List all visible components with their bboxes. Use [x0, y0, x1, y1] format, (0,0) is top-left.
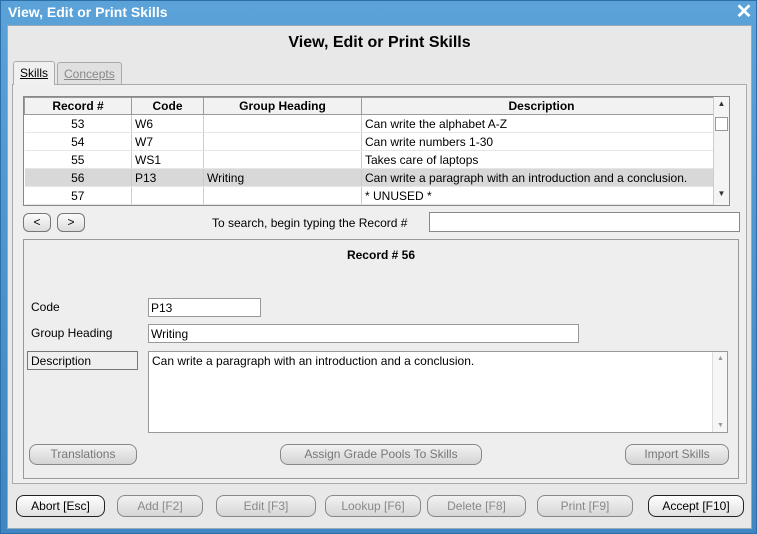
cell-record: 53 [24, 114, 132, 133]
column-header-group-heading[interactable]: Group Heading [203, 97, 362, 115]
cell-description: Can write a paragraph with an introducti… [361, 168, 722, 187]
table-row[interactable]: 57 * UNUSED * [24, 186, 722, 205]
cell-code: W6 [131, 114, 204, 133]
dialog-window: View, Edit or Print Skills ✕ View, Edit … [0, 0, 757, 534]
skills-tab-panel: Record # Code Group Heading Description … [12, 84, 747, 484]
delete-button[interactable]: Delete [F8] [427, 495, 526, 517]
assign-grade-pools-button[interactable]: Assign Grade Pools To Skills [280, 444, 482, 465]
cell-group: Writing [203, 168, 362, 187]
table-row[interactable]: 53 W6 Can write the alphabet A-Z [24, 114, 722, 133]
cell-code: P13 [131, 168, 204, 187]
code-field[interactable]: P13 [148, 298, 261, 317]
description-scrollbar[interactable]: ▲ ▼ [712, 352, 727, 432]
cell-description: Takes care of laptops [361, 150, 722, 169]
cell-code: W7 [131, 132, 204, 151]
table-row[interactable]: 55 WS1 Takes care of laptops [24, 150, 722, 169]
cell-description: Can write numbers 1-30 [361, 132, 722, 151]
page-title: View, Edit or Print Skills [288, 34, 471, 51]
description-field[interactable]: Can write a paragraph with an introducti… [148, 351, 728, 433]
cell-record: 55 [24, 150, 132, 169]
cell-group [203, 150, 362, 169]
scroll-up-icon[interactable]: ▲ [714, 99, 729, 113]
skills-grid: Record # Code Group Heading Description … [23, 96, 730, 206]
next-record-button[interactable]: > [57, 213, 85, 232]
edit-button[interactable]: Edit [F3] [216, 495, 316, 517]
previous-record-button[interactable]: < [23, 213, 51, 232]
group-heading-label: Group Heading [31, 326, 113, 340]
print-button[interactable]: Print [F9] [537, 495, 633, 517]
cell-group [203, 132, 362, 151]
tab-concepts[interactable]: Concepts [57, 62, 122, 84]
title-bar: View, Edit or Print Skills ✕ [1, 1, 757, 25]
description-text: Can write a paragraph with an introducti… [152, 354, 475, 368]
tab-concepts-label: Concepts [64, 67, 115, 81]
cell-description: Can write the alphabet A-Z [361, 114, 722, 133]
search-input[interactable] [429, 212, 740, 232]
description-label: Description [27, 351, 138, 370]
record-editor: Record # 56 Code P13 Group Heading Writi… [23, 239, 739, 479]
scroll-down-icon[interactable]: ▼ [713, 422, 728, 429]
search-label: To search, begin typing the Record # [212, 216, 408, 230]
scroll-down-icon[interactable]: ▼ [714, 189, 729, 203]
close-icon[interactable]: ✕ [735, 2, 753, 22]
import-skills-button[interactable]: Import Skills [625, 444, 729, 465]
grid-scrollbar[interactable]: ▲ ▼ [713, 97, 729, 205]
column-header-description[interactable]: Description [361, 97, 722, 115]
cell-description: * UNUSED * [361, 186, 722, 205]
window-title: View, Edit or Print Skills [8, 4, 168, 20]
translations-button[interactable]: Translations [29, 444, 137, 465]
abort-button[interactable]: Abort [Esc] [16, 495, 105, 517]
tab-skills[interactable]: Skills [13, 61, 56, 85]
record-title: Record # 56 [346, 248, 416, 262]
table-row-selected[interactable]: 56 P13 Writing Can write a paragraph wit… [24, 168, 722, 187]
cell-code: WS1 [131, 150, 204, 169]
cell-code [131, 186, 204, 205]
tab-skills-label: Skills [20, 66, 49, 80]
column-header-code[interactable]: Code [131, 97, 204, 115]
table-row[interactable]: 54 W7 Can write numbers 1-30 [24, 132, 722, 151]
code-label: Code [31, 300, 60, 314]
cell-group [203, 186, 362, 205]
accept-button[interactable]: Accept [F10] [648, 495, 744, 517]
cell-record: 54 [24, 132, 132, 151]
dialog-client-area: View, Edit or Print Skills Skills Concep… [7, 25, 752, 529]
add-button[interactable]: Add [F2] [117, 495, 203, 517]
cell-group [203, 114, 362, 133]
cell-record: 57 [24, 186, 132, 205]
scroll-up-icon[interactable]: ▲ [713, 355, 728, 362]
scroll-thumb[interactable] [715, 117, 728, 131]
group-heading-field[interactable]: Writing [148, 324, 579, 343]
cell-record: 56 [24, 168, 132, 187]
lookup-button[interactable]: Lookup [F6] [325, 495, 421, 517]
column-header-record[interactable]: Record # [24, 97, 132, 115]
